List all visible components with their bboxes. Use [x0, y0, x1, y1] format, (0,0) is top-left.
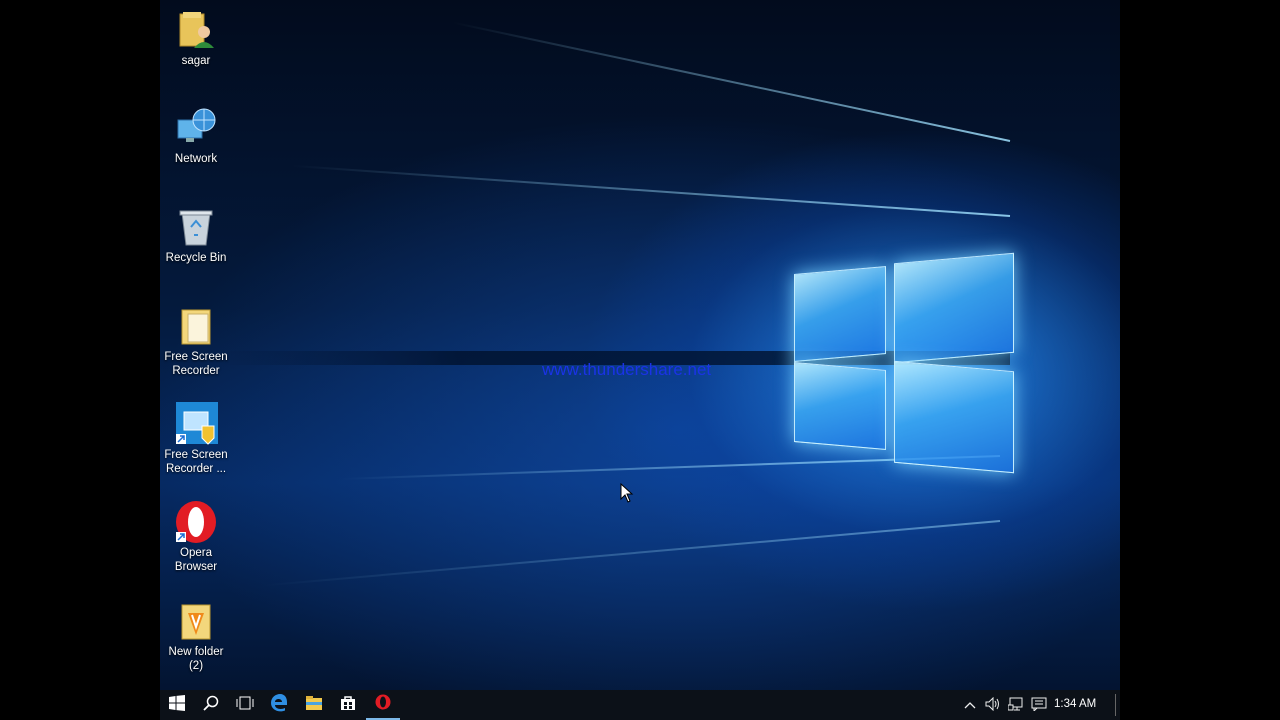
task-view-icon — [235, 695, 255, 716]
watermark-text: www.thundershare.net — [542, 360, 712, 379]
folder-icon — [174, 599, 218, 643]
desktop-wallpaper — [160, 0, 1120, 690]
search-button[interactable] — [194, 690, 228, 720]
start-button[interactable] — [160, 690, 194, 720]
chevron-up-icon — [964, 698, 976, 712]
desktop-icon-label: New folder (2) — [168, 646, 224, 672]
desktop-icon-free-screen-recorder-folder[interactable]: Free Screen Recorder — [160, 296, 232, 378]
opera-taskbar-button[interactable] — [366, 690, 400, 720]
search-icon — [203, 695, 219, 716]
desktop-icon-label: Free Screen Recorder — [164, 351, 228, 377]
mouse-pointer-icon — [620, 482, 634, 508]
volume-icon — [985, 696, 1001, 714]
store-icon — [340, 695, 356, 716]
app-shortcut-icon — [174, 402, 218, 446]
desktop-icon-label: sagar — [181, 55, 211, 67]
desktop-icon-label: Network — [174, 153, 218, 165]
windows-logo-pane — [794, 361, 886, 451]
recycle-bin-icon — [174, 205, 218, 249]
show-desktop-button[interactable] — [1115, 694, 1116, 716]
desktop-icon-opera-browser[interactable]: Opera Browser — [160, 492, 232, 574]
taskbar-clock[interactable]: 1:34 AM — [1054, 698, 1096, 710]
taskbar: 1:34 AM — [160, 690, 1120, 720]
folder-icon — [174, 304, 218, 348]
desktop-icon-network[interactable]: Network — [160, 98, 232, 166]
windows-logo-pane — [794, 265, 886, 363]
desktop-icon-label: Opera Browser — [174, 547, 218, 573]
windows-logo-pane — [894, 252, 1014, 364]
desktop-icon-label: Recycle Bin — [165, 252, 227, 264]
action-center-button[interactable] — [1028, 690, 1050, 720]
network-tray-icon — [1007, 697, 1024, 714]
action-center-icon — [1031, 697, 1047, 714]
volume-button[interactable] — [982, 690, 1004, 720]
windows-start-icon — [169, 694, 185, 716]
edge-button[interactable] — [262, 690, 296, 720]
file-explorer-button[interactable] — [297, 690, 331, 720]
desktop-icon-free-screen-recorder-shortcut[interactable]: Free Screen Recorder ... — [160, 394, 232, 476]
task-view-button[interactable] — [228, 690, 262, 720]
windows-logo-pane — [894, 360, 1014, 474]
desktop-icon-label: Free Screen Recorder ... — [164, 449, 228, 475]
store-button[interactable] — [331, 690, 365, 720]
desktop-icon-sagar[interactable]: sagar — [160, 0, 232, 68]
user-folder-icon — [174, 8, 218, 52]
desktop-icon-new-folder-2[interactable]: New folder (2) — [160, 591, 232, 673]
network-tray-button[interactable] — [1005, 690, 1027, 720]
network-icon — [174, 106, 218, 150]
opera-icon — [174, 500, 218, 544]
desktop-screen: sagar Network Recycle Bin Free Screen Re… — [160, 0, 1120, 720]
file-explorer-icon — [305, 695, 323, 716]
opera-icon — [375, 694, 391, 715]
edge-browser-icon — [270, 693, 288, 717]
desktop-icon-recycle-bin[interactable]: Recycle Bin — [160, 197, 232, 265]
tray-overflow-button[interactable] — [960, 690, 980, 720]
